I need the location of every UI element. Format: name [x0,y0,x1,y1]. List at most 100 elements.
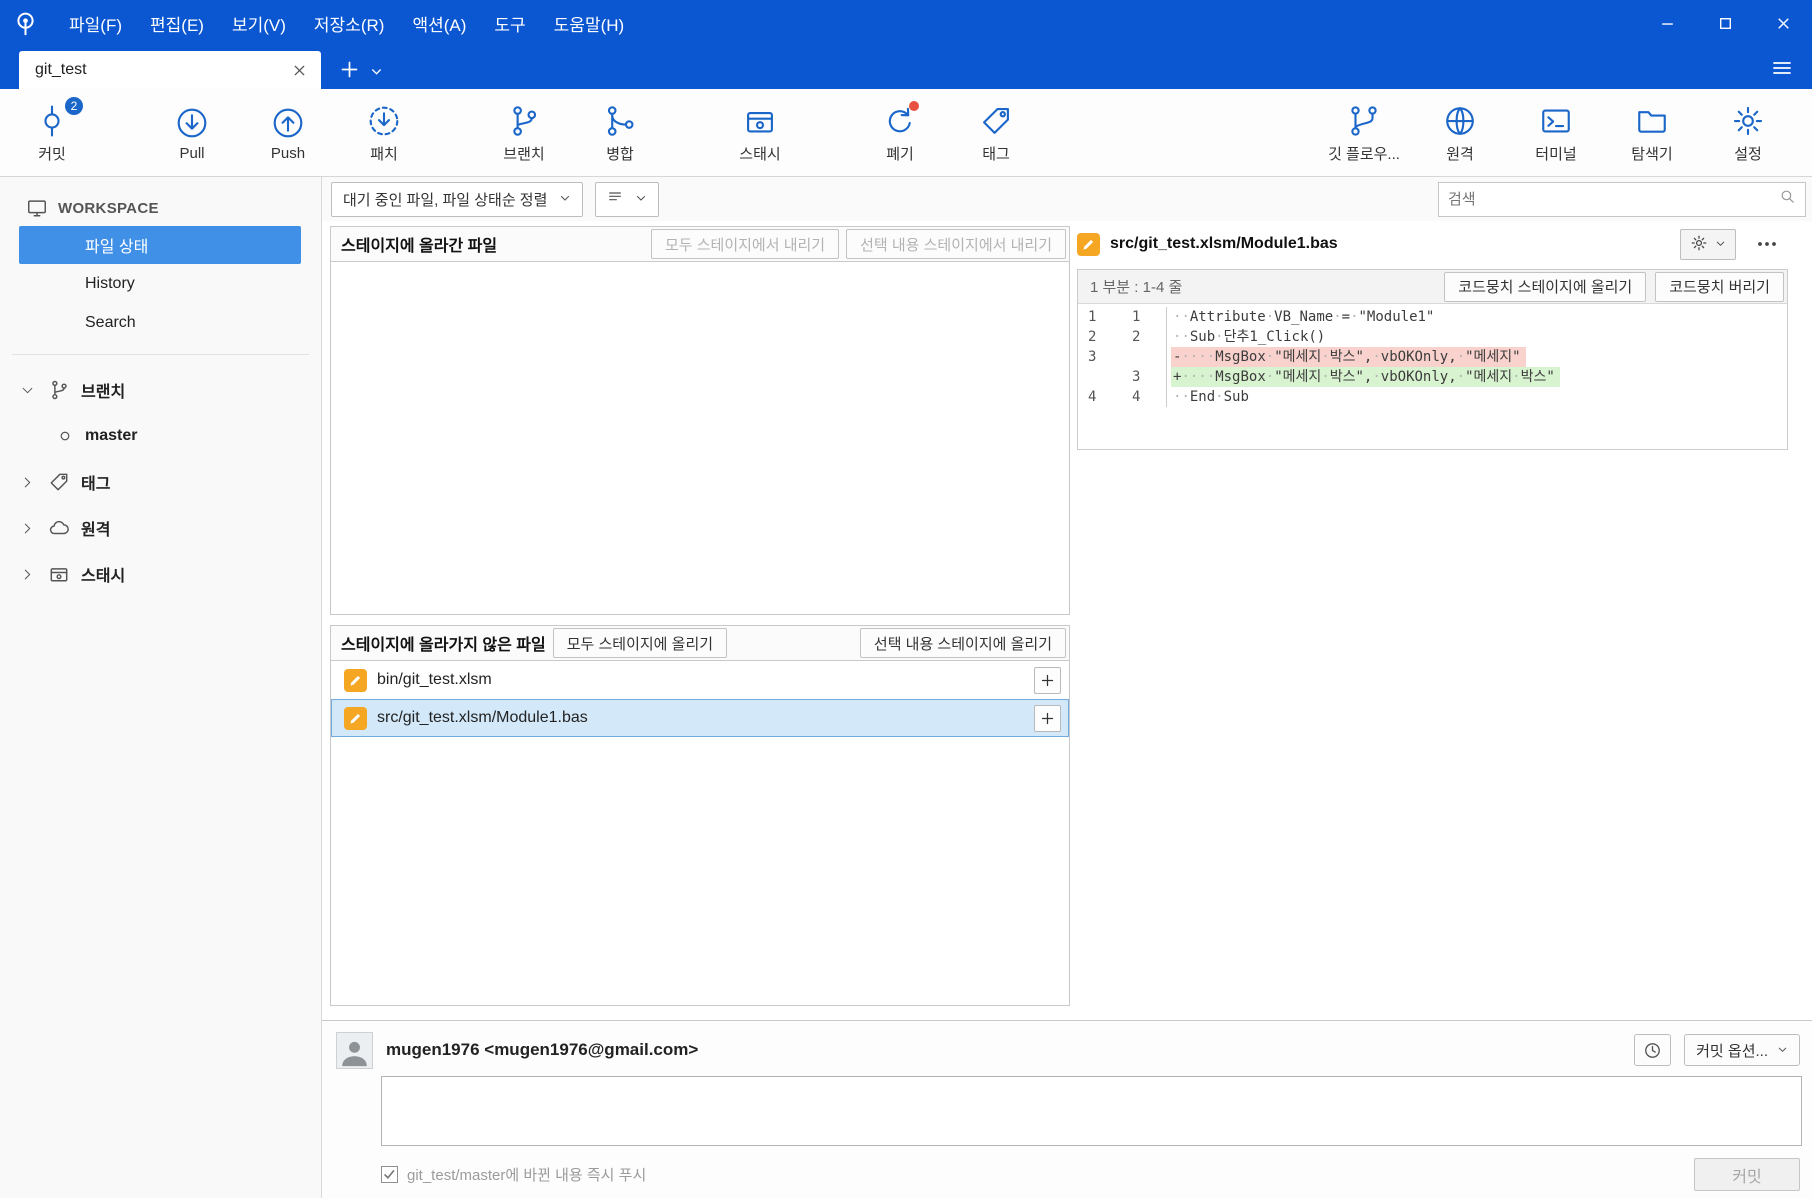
chevron-right-icon[interactable] [20,567,37,582]
commit-options-label: 커밋 옵션... [1696,1042,1768,1060]
new-tab-button[interactable] [339,59,360,80]
stage-file-plus-button[interactable] [1034,704,1061,732]
modified-file-icon [1077,232,1100,256]
repo-tab-git-test[interactable]: git_test [19,51,321,89]
branch-icon [48,379,70,401]
push-icon [271,104,305,142]
maximize-button[interactable] [1696,0,1754,46]
toolbar-explorer-button[interactable]: 탐색기 [1610,98,1694,168]
menu-repository[interactable]: 저장소(R) [301,5,398,42]
chevron-down-icon [1777,1042,1788,1059]
toolbar-stash-button[interactable]: 스태시 [718,98,802,168]
old-line-number: 3 [1088,349,1097,365]
toolbar-pull-button[interactable]: Pull [150,100,234,166]
stash-icon [48,563,70,585]
toolbar-remote-button[interactable]: 원격 [1418,98,1502,168]
main-toolbar: 2 커밋 Pull Push 패치 브랜치 병합 스태시 폐기 태그 깃 플로우… [0,89,1812,177]
sort-dropdown[interactable]: 대기 중인 파일, 파일 상태순 정렬 [331,181,584,217]
sidebar-section-branches[interactable]: 브랜치 [0,367,321,413]
stage-hunk-button[interactable]: 코드뭉치 스테이지에 올리기 [1444,271,1647,302]
staged-files-header: 스테이지에 올라간 파일 모두 스테이지에서 내리기 선택 내용 스테이지에서 … [330,226,1070,262]
discard-hunk-button[interactable]: 코드뭉치 버리기 [1655,271,1784,302]
toolbar-gitflow-button[interactable]: 깃 플로우... [1322,98,1406,168]
stage-all-button[interactable]: 모두 스테이지에 올리기 [552,628,728,658]
menu-edit[interactable]: 편집(E) [137,5,217,42]
unstaged-files-header: 스테이지에 올라가지 않은 파일 모두 스테이지에 올리기 선택 내용 스테이지… [330,625,1070,661]
push-checkbox[interactable] [381,1166,398,1183]
more-options-button[interactable] [1746,232,1788,256]
diff-options-button[interactable] [1680,228,1736,260]
chevron-right-icon[interactable] [20,521,37,536]
toolbar-discard-button[interactable]: 폐기 [858,98,942,168]
unstage-all-button[interactable]: 모두 스테이지에서 내리기 [650,229,840,259]
tab-list-chevron-icon[interactable] [370,65,383,78]
stage-file-plus-button[interactable] [1034,666,1061,694]
pull-icon [175,104,209,142]
sidebar-section-tags[interactable]: 태그 [0,459,321,505]
diff-line-context: 1 1 ··Attribute·VB_Name·=·"Module1" [1078,307,1787,327]
app-menu-icon[interactable] [1770,56,1794,80]
diff-line-added: 3 +····MsgBox·"메세지·박스",·vbOKOnly,·"메세지·박… [1078,367,1787,387]
minimize-button[interactable] [1638,0,1696,46]
sidebar-section-stashes[interactable]: 스태시 [0,551,321,597]
menu-help[interactable]: 도움말(H) [541,5,638,42]
view-mode-dropdown[interactable] [595,181,660,217]
menu-actions[interactable]: 액션(A) [399,5,479,42]
search-field[interactable] [1438,181,1806,217]
menu-file[interactable]: 파일(F) [56,5,135,42]
sidebar-section-remotes[interactable]: 원격 [0,505,321,551]
new-line-number: 2 [1132,329,1141,345]
chevron-right-icon[interactable] [20,475,37,490]
toolbar-commit-button[interactable]: 2 커밋 [10,96,94,168]
unstage-selected-button[interactable]: 선택 내용 스테이지에서 내리기 [846,229,1066,259]
stage-selected-button[interactable]: 선택 내용 스테이지에 올리기 [859,628,1066,658]
sourcetree-window: 파일(F) 편집(E) 보기(V) 저장소(R) 액션(A) 도구 도움말(H)… [0,0,1812,1198]
commit-history-button[interactable] [1634,1034,1672,1066]
merge-icon [603,102,637,140]
toolbar-tag-button[interactable]: 태그 [954,98,1038,168]
workspace-header: WORKSPACE [0,191,321,225]
commit-author: mugen1976 <mugen1976@gmail.com> [386,1040,699,1059]
sidebar-item-branch-master[interactable]: master [0,413,321,459]
gear-icon [1731,102,1765,140]
close-button[interactable] [1754,0,1812,46]
window-controls [1638,0,1812,46]
diff-filename: src/git_test.xlsm/Module1.bas [1110,235,1338,252]
toolbar-merge-button[interactable]: 병합 [578,98,662,168]
chevron-down-icon[interactable] [20,383,37,398]
toolbar-patch-button[interactable]: 패치 [342,98,426,168]
toolbar-terminal-button[interactable]: 터미널 [1514,98,1598,168]
commit-button[interactable]: 커밋 [1694,1158,1800,1191]
commit-message-input[interactable] [381,1076,1802,1146]
tab-close-icon[interactable] [288,59,311,82]
commit-icon: 2 [35,96,83,140]
sidebar-item-search[interactable]: Search [19,304,301,342]
title-bar: 파일(F) 편집(E) 보기(V) 저장소(R) 액션(A) 도구 도움말(H) [0,0,1812,46]
menu-tools[interactable]: 도구 [481,5,538,42]
chevron-down-icon [635,191,647,208]
staged-files-list[interactable] [330,262,1070,615]
old-line-number [1078,367,1122,387]
commit-options-button[interactable]: 커밋 옵션... [1684,1034,1800,1066]
stash-icon [743,102,777,140]
toolbar-branch-button[interactable]: 브랜치 [482,98,566,168]
search-icon [1779,188,1796,210]
gitflow-icon [1347,102,1381,140]
menu-view[interactable]: 보기(V) [219,5,299,42]
hunk-label: 1 부분 : 1-4 줄 [1090,279,1183,296]
globe-icon [1443,102,1477,140]
sidebar-item-file-status[interactable]: 파일 상태 [19,226,301,264]
file-name: bin/git_test.xlsm [377,671,492,688]
sidebar-item-history[interactable]: History [19,265,301,303]
search-input[interactable] [1448,190,1779,208]
file-status-label: 파일 상태 [85,239,149,256]
diff-line-removed: 3 -····MsgBox·"메세지·박스",·vbOKOnly,·"메세지" [1078,347,1787,367]
diff-line-context: 2 2 ··Sub·단추1_Click() [1078,327,1787,347]
toolbar-settings-button[interactable]: 설정 [1706,98,1790,168]
commit-footer-row: git_test/master에 바뀐 내용 즉시 푸시 커밋 [381,1158,1800,1191]
file-row-bin-git-test[interactable]: bin/git_test.xlsm [331,661,1069,699]
file-row-src-module1[interactable]: src/git_test.xlsm/Module1.bas [331,699,1069,737]
toolbar-push-button[interactable]: Push [246,100,330,166]
tag-icon [48,471,70,493]
file-status-column: 스테이지에 올라간 파일 모두 스테이지에서 내리기 선택 내용 스테이지에서 … [322,226,1070,1020]
